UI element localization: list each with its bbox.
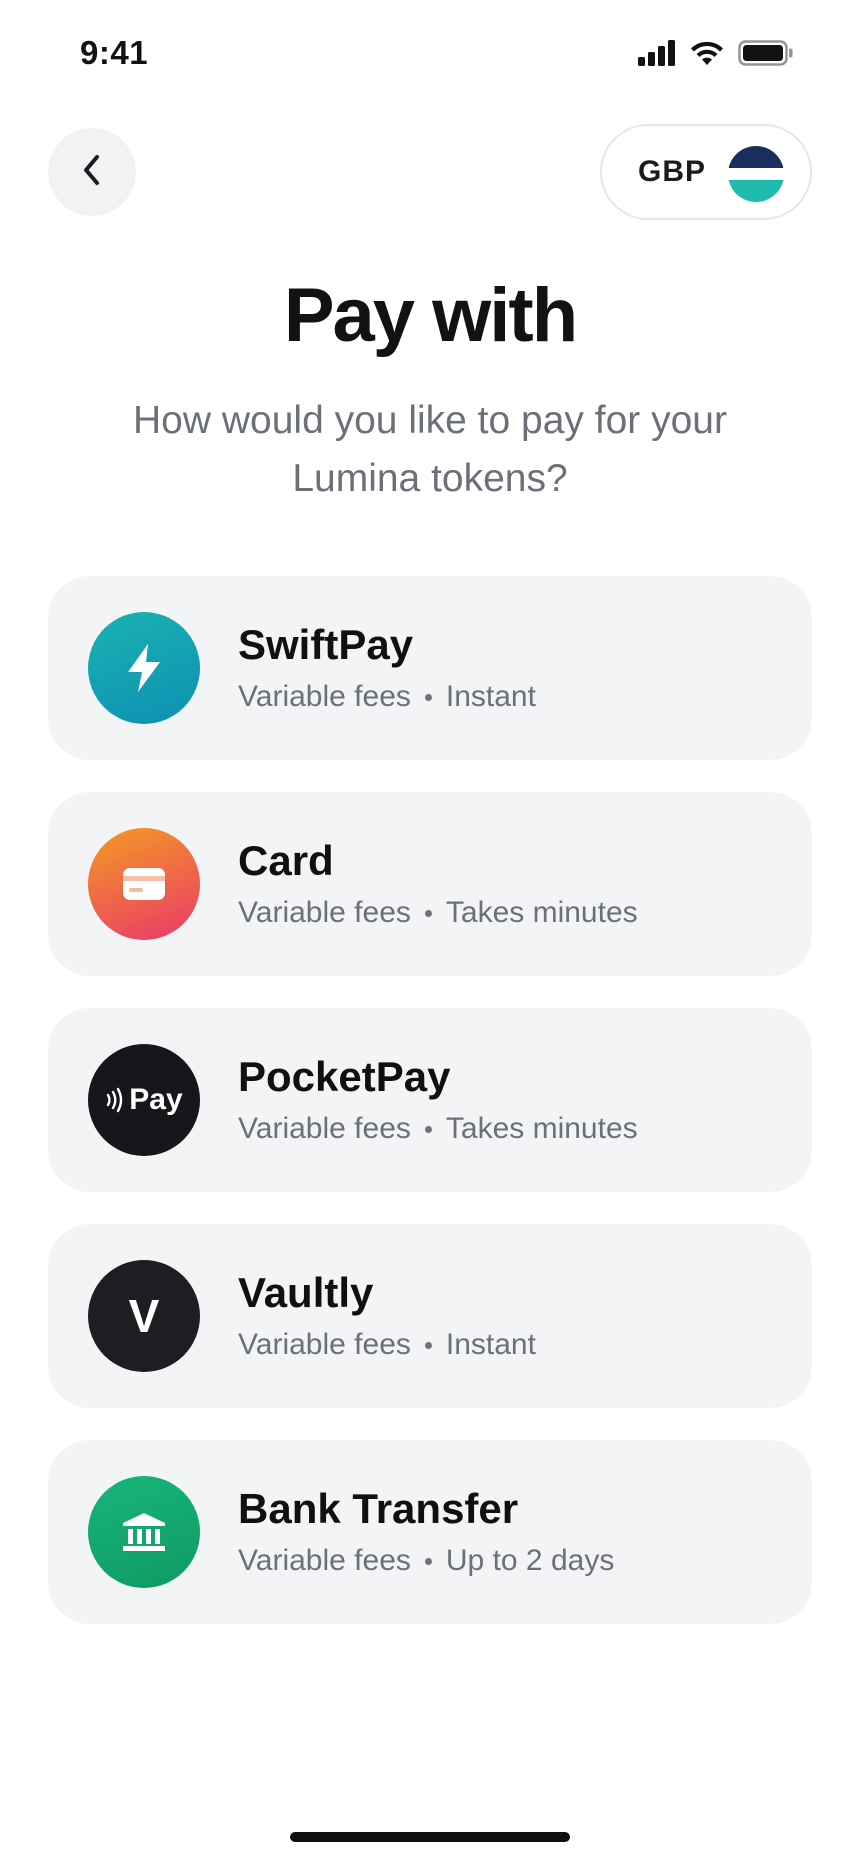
status-icons: [638, 40, 794, 66]
method-name: Bank Transfer: [238, 1485, 519, 1532]
vaultly-logo-letter: V: [128, 1290, 160, 1342]
method-timing: Takes minutes: [445, 896, 638, 929]
method-fees: Variable fees: [238, 1328, 411, 1361]
bank-icon: [88, 1476, 200, 1588]
currency-selector[interactable]: GBP: [600, 124, 812, 220]
currency-flag-icon: [728, 146, 784, 202]
payment-method-pocketpay[interactable]: Pay PocketPay Variable fees Takes minute…: [48, 1008, 812, 1192]
method-text: Bank Transfer Variable fees Up to 2 days: [238, 1484, 614, 1580]
method-timing: Up to 2 days: [445, 1544, 615, 1577]
method-meta: Variable fees Up to 2 days: [238, 1542, 614, 1580]
payment-methods-list: SwiftPay Variable fees Instant Card Vari…: [48, 576, 812, 1656]
payment-method-bank-transfer[interactable]: Bank Transfer Variable fees Up to 2 days: [48, 1440, 812, 1624]
method-meta: Variable fees Instant: [238, 678, 536, 716]
credit-card-icon: [88, 828, 200, 940]
method-timing: Instant: [445, 680, 536, 713]
method-timing: Instant: [445, 1328, 536, 1361]
method-meta: Variable fees Takes minutes: [238, 894, 638, 932]
pay-logo: Pay: [105, 1083, 183, 1117]
payment-method-card[interactable]: Card Variable fees Takes minutes: [48, 792, 812, 976]
signal-icon: [638, 40, 676, 66]
method-name: PocketPay: [238, 1053, 451, 1100]
page-subtitle: How would you like to pay for your Lumin…: [133, 399, 727, 500]
status-time: 9:41: [80, 34, 149, 71]
lightning-icon: [88, 612, 200, 724]
currency-code: GBP: [638, 155, 707, 188]
method-timing: Takes minutes: [445, 1112, 638, 1145]
wifi-icon: [690, 40, 724, 66]
method-name: Card: [238, 837, 334, 884]
payment-method-vaultly[interactable]: V Vaultly Variable fees Instant: [48, 1224, 812, 1408]
method-name: SwiftPay: [238, 621, 414, 668]
method-name: Vaultly: [238, 1269, 374, 1316]
method-meta: Variable fees Instant: [238, 1326, 536, 1364]
status-bar: 9:41: [0, 0, 860, 110]
payment-method-swiftpay[interactable]: SwiftPay Variable fees Instant: [48, 576, 812, 760]
method-text: SwiftPay Variable fees Instant: [238, 620, 536, 716]
method-fees: Variable fees: [238, 1544, 411, 1577]
home-indicator[interactable]: [290, 1832, 570, 1842]
back-button[interactable]: [48, 128, 136, 216]
separator-dot: [424, 909, 432, 917]
method-fees: Variable fees: [238, 896, 411, 929]
pay-logo-text: Pay: [129, 1083, 183, 1116]
contactless-pay-icon: Pay: [88, 1044, 200, 1156]
letter-v-icon: V: [88, 1260, 200, 1372]
chevron-left-icon: [78, 152, 106, 193]
method-meta: Variable fees Takes minutes: [238, 1110, 638, 1148]
separator-dot: [424, 1125, 432, 1133]
separator-dot: [424, 1341, 432, 1349]
method-text: PocketPay Variable fees Takes minutes: [238, 1052, 638, 1148]
method-fees: Variable fees: [238, 1112, 411, 1145]
method-fees: Variable fees: [238, 680, 411, 713]
method-text: Card Variable fees Takes minutes: [238, 836, 638, 932]
method-text: Vaultly Variable fees Instant: [238, 1268, 536, 1364]
battery-icon: [738, 40, 794, 66]
page-title: Pay with: [283, 273, 578, 358]
separator-dot: [424, 1557, 432, 1565]
separator-dot: [424, 693, 432, 701]
